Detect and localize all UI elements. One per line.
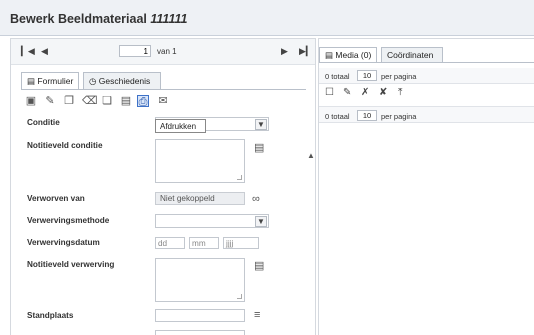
tab-coordinaten[interactable]: Coördinaten [381,47,443,62]
tab-geschiedenis[interactable]: ◷ Geschiedenis [83,72,161,89]
conditie-label: Conditie [27,118,60,127]
title-prefix: Bewerk Beeldmateriaal [10,12,147,26]
notitie-verwerving-label: Notitieveld verwerving [27,260,115,269]
print-tooltip: Afdrukken [155,119,206,133]
prev-page-button[interactable]: ◀ [41,46,48,57]
list-icon[interactable]: ≡ [254,309,260,321]
unlink-all-icon[interactable]: ✘ [379,87,387,98]
save-icon[interactable]: ▣ [25,95,37,107]
per-page-input-bottom[interactable]: 10 [357,110,377,121]
verworven-van-label: Verworven van [27,194,85,203]
verwervingsmethode-label: Verwervingsmethode [27,216,110,225]
next-field-input[interactable] [155,330,245,335]
per-page-label: per pagina [381,72,417,81]
date-day-input[interactable]: dd [155,237,185,249]
email-icon[interactable]: ✉ [157,95,169,107]
form-scrollbar[interactable]: ▲ [307,151,315,335]
page-count-label: van 1 [157,47,177,56]
page-number-input[interactable] [119,45,151,57]
first-page-button[interactable]: ▎◀ [21,46,35,57]
window-titlebar: Bewerk Beeldmateriaal 111111 [0,0,534,36]
tab-divider [21,89,306,90]
checkbox-icon[interactable]: ☐ [325,87,334,98]
date-month-input[interactable]: mm [189,237,219,249]
standplaats-input[interactable] [155,309,245,322]
tab-coordinaten-label: Coördinaten [387,50,434,60]
tab-media-label: Media (0) [335,50,372,60]
window-title: Bewerk Beeldmateriaal 111111 [10,12,187,26]
media-panel: ▤ Media (0) Coördinaten 0 totaal 10 per … [318,38,534,335]
unlink-icon[interactable]: ✗ [361,87,369,98]
notes-icon[interactable]: ▤ [254,141,264,154]
edit-link-icon[interactable]: ✎ [343,87,351,98]
document-icon[interactable]: ▤ [120,95,132,107]
title-record-id: 111111 [150,12,188,26]
pager-bar: ▎◀ ◀ van 1 ▶ ▶▎ [11,39,315,65]
media-icon: ▤ [325,50,334,60]
media-total-label-bottom: 0 totaal [325,112,350,121]
media-pager-top: 0 totaal 10 per pagina [319,68,534,84]
tab-geschiedenis-label: Geschiedenis [98,76,151,86]
chevron-down-icon[interactable]: ▼ [255,216,267,227]
copy-icon[interactable]: ❐ [63,95,75,107]
per-page-label-bottom: per pagina [381,112,417,121]
print-icon[interactable]: ⎙ [137,95,149,108]
chevron-down-icon[interactable]: ▼ [255,119,267,130]
tab-formulier[interactable]: ▤ Formulier [21,72,79,90]
upload-icon[interactable]: ⤒ [398,87,402,98]
media-tab-divider [319,62,534,63]
form-icon: ▤ [27,76,36,86]
verwervingsmethode-select[interactable]: ▼ [155,214,269,228]
notitie-verwerving-textarea[interactable] [155,258,245,302]
duplicate-icon[interactable]: ❏ [101,95,113,107]
per-page-input[interactable]: 10 [357,70,377,81]
notitie-conditie-textarea[interactable] [155,139,245,183]
media-pager-bottom: 0 totaal 10 per pagina [319,106,534,123]
notitie-conditie-label: Notitieveld conditie [27,141,103,150]
form-panel: ▎◀ ◀ van 1 ▶ ▶▎ ▤ Formulier ◷ Geschieden… [10,38,316,335]
media-total-label: 0 totaal [325,72,350,81]
delete-icon[interactable]: ⌫ [82,95,98,107]
next-page-button[interactable]: ▶ [281,46,288,57]
tab-formulier-label: Formulier [37,76,74,86]
date-year-input[interactable]: jjjj [223,237,259,249]
link-icon[interactable]: ∞ [252,193,260,205]
tab-media[interactable]: ▤ Media (0) [319,47,377,63]
notes-icon[interactable]: ▤ [254,259,264,272]
verwervingsdatum-label: Verwervingsdatum [27,238,100,247]
standplaats-label: Standplaats [27,311,74,320]
last-page-button[interactable]: ▶▎ [299,46,313,57]
scroll-up-icon[interactable]: ▲ [307,151,315,160]
edit-icon[interactable]: ✎ [44,95,56,107]
history-icon: ◷ [89,76,97,86]
verworven-van-field: Niet gekoppeld [155,192,245,205]
